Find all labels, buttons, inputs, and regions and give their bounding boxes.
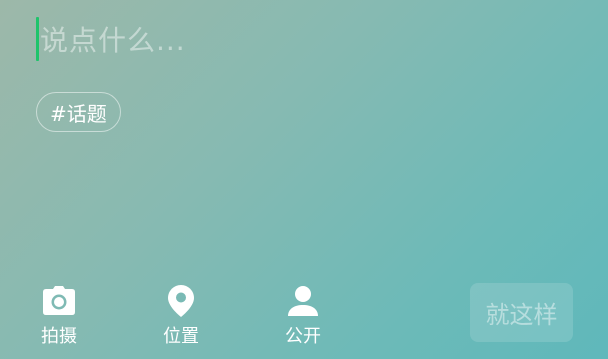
camera-label: 拍摄	[41, 326, 77, 347]
location-pin-icon	[164, 284, 198, 318]
person-icon	[286, 284, 320, 318]
submit-button[interactable]: 就这样	[470, 283, 573, 342]
compose-screen: 说点什么... #话题 拍摄 位置 公开 就这样	[0, 0, 608, 359]
visibility-button[interactable]: 公开	[268, 284, 338, 348]
text-caret	[36, 17, 39, 61]
location-button[interactable]: 位置	[146, 284, 216, 348]
post-text-placeholder: 说点什么...	[40, 24, 186, 57]
topic-chip-label: #话题	[50, 101, 107, 126]
submit-button-label: 就这样	[485, 301, 558, 329]
camera-icon	[42, 284, 76, 318]
location-label: 位置	[163, 326, 199, 347]
camera-button[interactable]: 拍摄	[24, 284, 94, 348]
visibility-label: 公开	[285, 326, 321, 347]
post-text-input[interactable]: 说点什么...	[36, 16, 556, 62]
topic-chip-button[interactable]: #话题	[36, 92, 121, 132]
